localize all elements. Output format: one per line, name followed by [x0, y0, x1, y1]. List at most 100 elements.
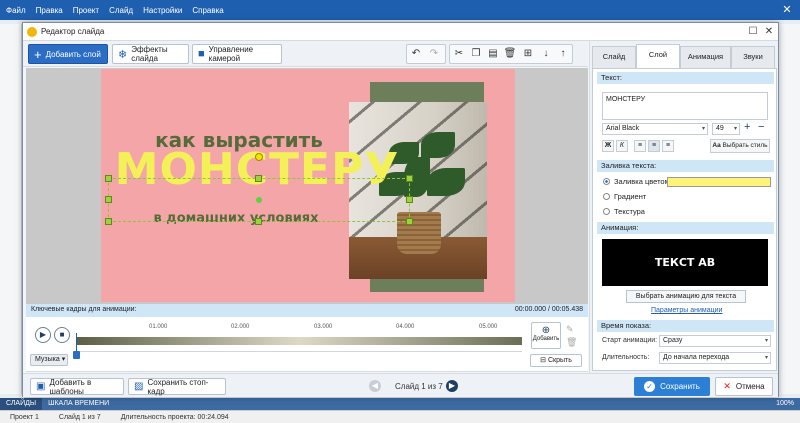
resize-handle[interactable] — [255, 218, 262, 225]
editor-toolbar: + Добавить слой ❄ Эффекты слайда ■ Управ… — [23, 41, 588, 67]
align-icon[interactable]: ⊞ — [520, 46, 536, 62]
music-button[interactable]: Музыка ▾ — [30, 354, 68, 366]
plus-circle-icon: ⊕ — [541, 325, 551, 336]
align-left-icon[interactable]: ≡ — [634, 140, 646, 152]
bottom-view-tabs: СЛАЙДЫ ШКАЛА ВРЕМЕНИ 100% — [0, 398, 800, 410]
menu-edit[interactable]: Правка — [36, 6, 63, 15]
rotate-handle[interactable] — [255, 153, 263, 161]
animation-params-link[interactable]: Параметры анимации — [651, 307, 722, 314]
fill-gradient-option[interactable]: Градиент — [603, 192, 646, 201]
main-menubar: Файл Правка Проект Слайд Настройки Справ… — [0, 0, 800, 20]
style-icon: Aa — [712, 142, 721, 149]
play-button[interactable]: ▶ — [35, 327, 51, 343]
start-animation-select[interactable]: Сразу ▾ — [659, 335, 771, 347]
status-slide: Слайд 1 из 7 — [58, 413, 101, 421]
menu-project[interactable]: Проект — [73, 6, 99, 15]
save-stopframe-button[interactable]: ▨ Сохранить стоп-кадр — [128, 378, 226, 396]
check-icon: ✓ — [644, 381, 656, 392]
radio-selected[interactable] — [603, 178, 610, 185]
dialog-title: Редактор слайда — [41, 27, 105, 36]
cancel-button[interactable]: ✕ Отмена — [715, 377, 773, 396]
add-layer-button[interactable]: + Добавить слой — [28, 44, 108, 64]
camera-control-button[interactable]: ■ Управление камерой — [192, 44, 282, 64]
next-slide-icon[interactable]: ▶ — [446, 380, 458, 392]
resize-handle[interactable] — [105, 196, 112, 203]
playhead-knob[interactable] — [73, 351, 80, 359]
paste-icon[interactable]: ▤ — [485, 46, 501, 62]
resize-handle[interactable] — [406, 196, 413, 203]
stop-button[interactable]: ■ — [54, 327, 70, 343]
tab-timeline[interactable]: ШКАЛА ВРЕМЕНИ — [42, 398, 115, 410]
prev-slide-icon[interactable]: ◀ — [369, 380, 381, 392]
menu-help[interactable]: Справка — [192, 6, 223, 15]
layer-properties: Текст: МОНСТЕРУ Arial Black ▾ 49 ▾ + − Ж К… — [592, 68, 777, 371]
text-section-header: Текст: — [597, 72, 774, 84]
tab-sounds[interactable]: Звуки — [731, 46, 775, 68]
fill-color-label: Заливка цветом — [614, 177, 670, 186]
delete-keyframe-icon[interactable]: 🗑 — [566, 337, 577, 348]
text-content-field[interactable]: МОНСТЕРУ — [602, 92, 768, 120]
add-keyframe-button[interactable]: ⊕ Добавить — [531, 322, 561, 349]
duration-select[interactable]: До начала перехода ▾ — [659, 352, 771, 364]
move-down-icon[interactable]: ↓ — [538, 46, 554, 62]
time-tick: 02.000 — [231, 324, 250, 330]
resize-handle[interactable] — [406, 218, 413, 225]
playhead[interactable] — [73, 333, 80, 359]
background-left-panel — [0, 24, 22, 394]
edit-keyframe-icon[interactable]: ✎ — [566, 324, 574, 335]
undo-icon[interactable]: ↶ — [408, 46, 424, 62]
keyframe-timeline[interactable]: 01.000 02.000 03.000 04.000 05.000 — [73, 324, 522, 359]
save-label: Сохранить — [660, 382, 700, 391]
camera-icon: ■ — [198, 48, 205, 60]
properties-tabs: Слайд Слой Анимация Звуки — [592, 43, 777, 69]
hide-icon: ⊟ — [540, 357, 546, 364]
timeline-strip[interactable] — [76, 337, 522, 345]
time-section-header: Время показа: — [597, 320, 774, 332]
resize-handle[interactable] — [105, 175, 112, 182]
italic-button[interactable]: К — [616, 140, 628, 152]
resize-handle[interactable] — [105, 218, 112, 225]
menu-settings[interactable]: Настройки — [143, 6, 182, 15]
align-right-icon[interactable]: ≡ — [662, 140, 674, 152]
tab-animation[interactable]: Анимация — [680, 46, 731, 68]
size-increase-icon[interactable]: + — [744, 121, 750, 133]
choose-style-button[interactable]: Aa Выбрать стиль — [710, 139, 770, 153]
slide-effects-button[interactable]: ❄ Эффекты слайда — [112, 44, 189, 64]
align-center-icon[interactable]: ≡ — [648, 140, 660, 152]
choose-animation-button[interactable]: Выбрать анимацию для текста — [626, 290, 746, 303]
radio-unselected[interactable] — [603, 208, 610, 215]
anchor-point[interactable] — [256, 197, 262, 203]
delete-icon[interactable]: 🗑 — [502, 46, 518, 62]
cut-icon[interactable]: ✂ — [451, 46, 467, 62]
tab-layer[interactable]: Слой — [636, 44, 680, 69]
bold-button[interactable]: Ж — [602, 140, 614, 152]
background-right-panel — [778, 24, 800, 394]
tab-slides[interactable]: СЛАЙДЫ — [0, 398, 43, 410]
hide-button[interactable]: ⊟ Скрыть — [530, 354, 582, 367]
resize-handle[interactable] — [406, 175, 413, 182]
menu-slide[interactable]: Слайд — [109, 6, 133, 15]
keyframes-title: Ключевые кадры для анимации: — [31, 306, 137, 313]
fill-color-swatch[interactable] — [667, 177, 771, 187]
radio-unselected[interactable] — [603, 193, 610, 200]
close-icon[interactable]: ✕ — [763, 25, 775, 39]
photo-leaf — [421, 132, 455, 158]
font-size-select[interactable]: 49 ▾ — [712, 123, 740, 135]
tab-slide[interactable]: Слайд — [592, 46, 636, 68]
move-up-icon[interactable]: ↑ — [555, 46, 571, 62]
redo-icon[interactable]: ↷ — [426, 46, 442, 62]
animation-preview[interactable]: ТЕКСТ АВ — [602, 239, 768, 286]
save-button[interactable]: ✓ Сохранить — [634, 377, 710, 396]
app-close-icon[interactable]: ✕ — [780, 3, 794, 17]
font-select[interactable]: Arial Black ▾ — [602, 123, 708, 135]
fill-texture-option[interactable]: Текстура — [603, 207, 645, 216]
copy-icon[interactable]: ❐ — [468, 46, 484, 62]
menu-file[interactable]: Файл — [6, 6, 26, 15]
slide-editor-dialog: Редактор слайда ☐ ✕ + Добавить слой ❄ Эф… — [22, 22, 779, 397]
fill-color-option[interactable]: Заливка цветом — [603, 177, 670, 186]
maximize-icon[interactable]: ☐ — [747, 25, 759, 39]
add-to-templates-button[interactable]: ▣ Добавить в шаблоны — [30, 378, 124, 396]
size-decrease-icon[interactable]: − — [758, 121, 764, 133]
add-keyframe-label: Добавить — [532, 336, 560, 342]
resize-handle[interactable] — [255, 175, 262, 182]
